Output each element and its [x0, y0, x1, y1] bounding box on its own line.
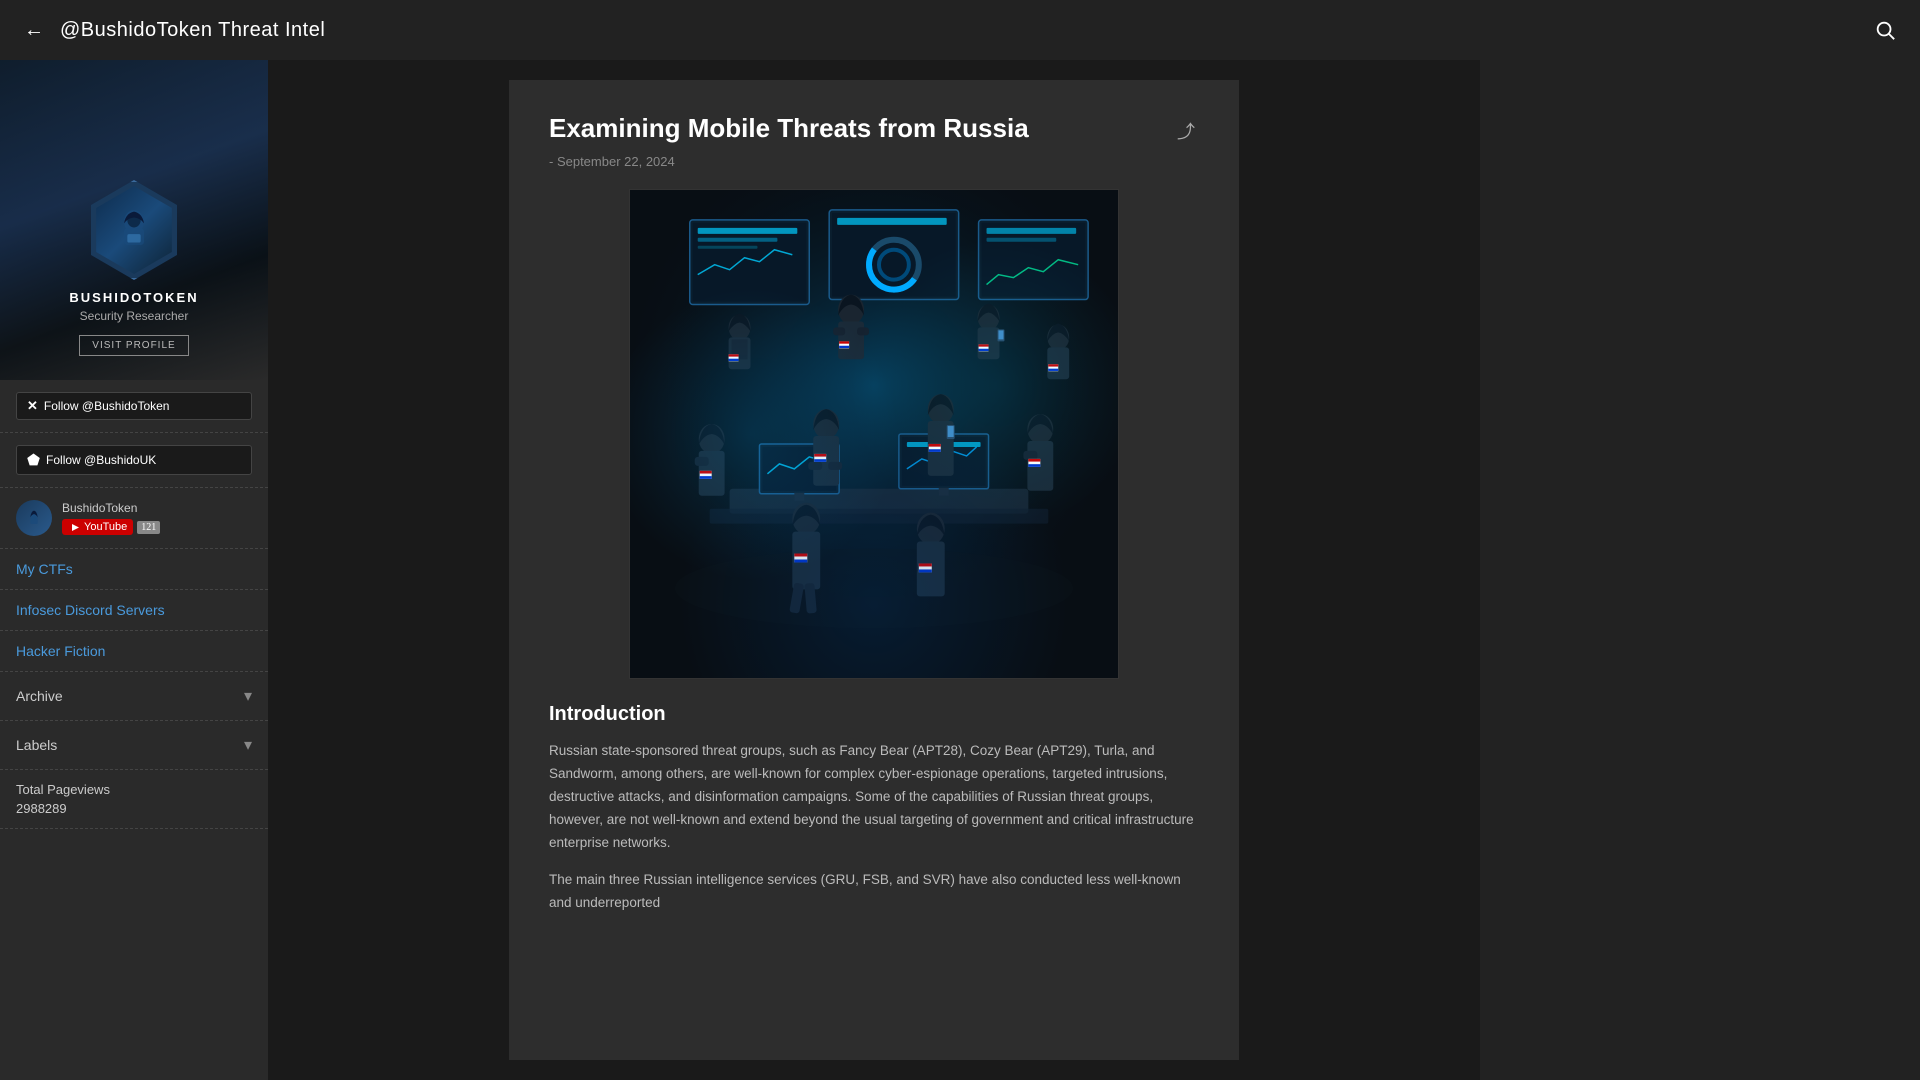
article-paragraph-2: The main three Russian intelligence serv… [549, 869, 1199, 915]
article-date: - September 22, 2024 [549, 154, 1199, 169]
avatar-hexagon [84, 180, 184, 280]
github-follow-button[interactable]: ⬟ Follow @BushidoUK [16, 445, 252, 475]
pageviews-section: Total Pageviews 2988289 [0, 770, 268, 829]
sidebar-section-labels[interactable]: Labels ▾ [0, 721, 268, 770]
sidebar-github-item: ⬟ Follow @BushidoUK [0, 433, 268, 488]
twitter-follow-label: Follow @BushidoToken [44, 399, 170, 413]
pageviews-label: Total Pageviews [16, 782, 252, 797]
sidebar-subtitle: Security Researcher [80, 309, 189, 323]
sidebar-item-discord[interactable]: Infosec Discord Servers [0, 590, 268, 631]
visit-profile-button[interactable]: VISIT PROFILE [79, 335, 188, 356]
main-layout: BUSHIDOTOKEN Security Researcher VISIT P… [0, 60, 1920, 1080]
sidebar-item-ctfs[interactable]: My CTFs [0, 549, 268, 590]
back-icon: ← [24, 19, 44, 42]
top-header: ← @BushidoToken Threat Intel [0, 0, 1920, 60]
sidebar-item-hacker-fiction[interactable]: Hacker Fiction [0, 631, 268, 672]
labels-chevron-icon: ▾ [244, 735, 252, 755]
github-follow-label: Follow @BushidoUK [46, 453, 156, 467]
back-button[interactable]: ← [24, 19, 44, 42]
archive-chevron-icon: ▾ [244, 686, 252, 706]
sidebar: BUSHIDOTOKEN Security Researcher VISIT P… [0, 60, 268, 1080]
main-content: Examining Mobile Threats from Russia ⤴ -… [268, 60, 1480, 1080]
sidebar-section-archive[interactable]: Archive ▾ [0, 672, 268, 721]
yt-channel-name: BushidoToken [62, 501, 160, 515]
sidebar-twitter-item: ✕ Follow @BushidoToken [0, 380, 268, 433]
pageviews-count: 2988289 [16, 801, 252, 816]
share-button[interactable]: ⤴ [1173, 114, 1199, 148]
article-paragraph-1: Russian state-sponsored threat groups, s… [549, 740, 1199, 855]
labels-label: Labels [16, 737, 57, 753]
avatar-container [84, 180, 184, 280]
youtube-widget: BushidoToken YouTube 121 [16, 500, 252, 536]
article-image-container [549, 189, 1199, 679]
yt-subscriber-count: 121 [137, 521, 160, 534]
avatar-image [90, 186, 178, 274]
article-image [629, 189, 1119, 679]
ctfs-link-label: My CTFs [16, 561, 73, 577]
archive-label: Archive [16, 688, 63, 704]
youtube-subscribe-badge[interactable]: YouTube [62, 519, 133, 535]
hacker-fiction-link-label: Hacker Fiction [16, 643, 105, 659]
sidebar-hero: BUSHIDOTOKEN Security Researcher VISIT P… [0, 60, 268, 380]
article-container: Examining Mobile Threats from Russia ⤴ -… [509, 80, 1239, 1060]
header-icons [1874, 19, 1896, 41]
discord-link-label: Infosec Discord Servers [16, 602, 165, 618]
article-title: Examining Mobile Threats from Russia [549, 112, 1173, 146]
right-panel [1480, 60, 1920, 1080]
article-section-title: Introduction [549, 703, 1199, 726]
sidebar-content: ✕ Follow @BushidoToken ⬟ Follow @Bushido… [0, 380, 268, 829]
yt-avatar [16, 500, 52, 536]
sidebar-username: BUSHIDOTOKEN [69, 290, 198, 305]
twitter-follow-button[interactable]: ✕ Follow @BushidoToken [16, 392, 252, 420]
search-button[interactable] [1874, 19, 1896, 41]
sidebar-youtube-item: BushidoToken YouTube 121 [0, 488, 268, 549]
article-header: Examining Mobile Threats from Russia ⤴ [549, 112, 1199, 148]
yt-channel-info: BushidoToken YouTube 121 [62, 501, 160, 535]
article-body: Russian state-sponsored threat groups, s… [549, 740, 1199, 915]
x-icon: ✕ [27, 398, 38, 414]
github-icon: ⬟ [27, 451, 40, 469]
header-title: @BushidoToken Threat Intel [60, 19, 325, 42]
search-icon [1874, 19, 1896, 41]
